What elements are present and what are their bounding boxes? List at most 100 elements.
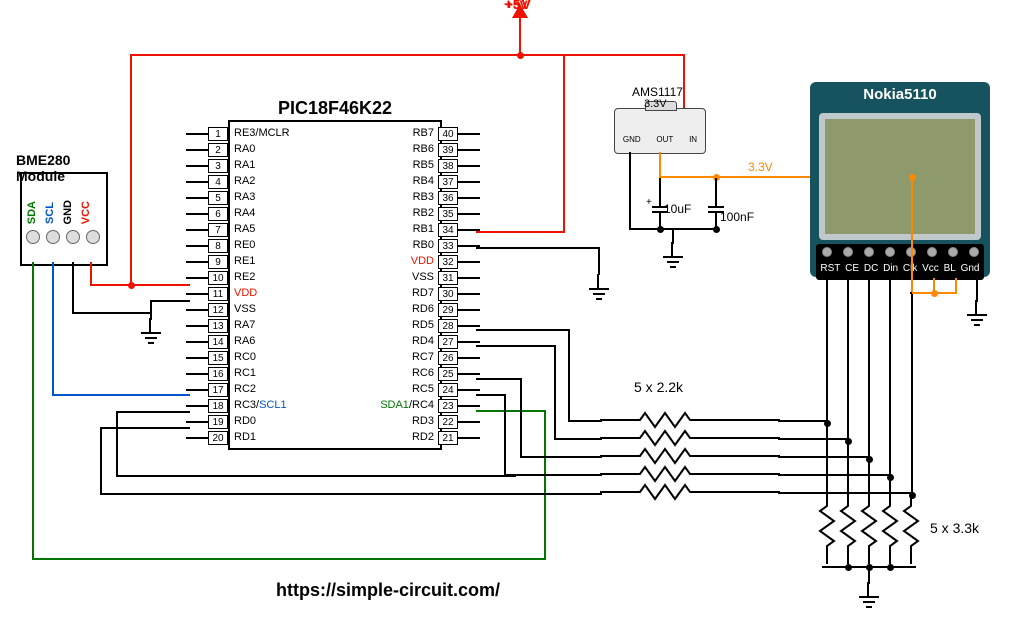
mcu-left-pin-12: 12 bbox=[186, 302, 228, 318]
gnd-vss31 bbox=[589, 288, 609, 302]
bme-sda-v2 bbox=[544, 410, 546, 560]
nokia-pin-rst: RST bbox=[820, 263, 840, 274]
mcu-left-pin-13: 13 bbox=[186, 318, 228, 334]
mcu-left-pin-18: 18 bbox=[186, 398, 228, 414]
nokia-rst-v bbox=[826, 278, 828, 422]
nokia-pin-vcc: Vcc bbox=[922, 263, 939, 274]
bme280-title: BME280 Module bbox=[16, 152, 106, 184]
gnd-nokia bbox=[967, 314, 987, 328]
mcu-left-pin-20: 20 bbox=[186, 430, 228, 446]
mcu-left-pin-4: 4 bbox=[186, 174, 228, 190]
mcu-right-pin-40: 40 bbox=[438, 126, 480, 142]
node-vcc bbox=[128, 282, 135, 289]
gnd-reg bbox=[663, 256, 683, 270]
mcu-left-pin-14: 14 bbox=[186, 334, 228, 350]
wire-vss31 bbox=[476, 247, 600, 249]
mcu-left-pin-17: 17 bbox=[186, 382, 228, 398]
nokia-dc-v bbox=[868, 278, 870, 458]
bme-pin-sda: SDA bbox=[26, 201, 38, 224]
mcu-left-pin-19: 19 bbox=[186, 414, 228, 430]
mcu-left-pin-8: 8 bbox=[186, 238, 228, 254]
mcu-right-pin-35: 35 bbox=[438, 206, 480, 222]
mcu-right-pin-26: 26 bbox=[438, 350, 480, 366]
bme-gnd-v2 bbox=[150, 300, 152, 320]
mcu-left-pin-7: 7 bbox=[186, 222, 228, 238]
bme-vcc-wire-h bbox=[90, 284, 132, 286]
reg-pin-out: OUT bbox=[656, 135, 673, 144]
bme-sda-v bbox=[32, 262, 34, 560]
mcu-left-pin-1: 1 bbox=[186, 126, 228, 142]
wire-5v-pin32 bbox=[476, 231, 565, 233]
mcu-right-pin-28: 28 bbox=[438, 318, 480, 334]
mcu-right-pin-31: 31 bbox=[438, 270, 480, 286]
mcu-left-pin-11: 11 bbox=[186, 286, 228, 302]
nokia-title: Nokia5110 bbox=[810, 82, 990, 103]
mcu-right-pin-32: 32 bbox=[438, 254, 480, 270]
nokia-ce-v bbox=[847, 278, 849, 440]
mcu-right-pin-30: 30 bbox=[438, 286, 480, 302]
nokia-gnd-v bbox=[976, 278, 978, 302]
mcu-right-pin-24: 24 bbox=[438, 382, 480, 398]
reg-sub: 3.3V bbox=[644, 98, 667, 110]
bme-vcc-wire-v bbox=[90, 262, 92, 286]
source-url: https://simple-circuit.com/ bbox=[276, 580, 500, 601]
mcu-right-pin-33: 33 bbox=[438, 238, 480, 254]
mcu-right-pin-27: 27 bbox=[438, 334, 480, 350]
bme-scl-v bbox=[52, 262, 54, 396]
nokia-pin-din: Din bbox=[883, 263, 898, 274]
mcu-right-pin-29: 29 bbox=[438, 302, 480, 318]
mcu-name: PIC18F46K22 bbox=[230, 98, 440, 119]
wire-5v-to-vdd11 bbox=[130, 284, 190, 286]
reg-name: AMS1117 bbox=[632, 85, 683, 99]
mcu-left-pin-3: 3 bbox=[186, 158, 228, 174]
nokia-pin-bl: BL bbox=[944, 263, 956, 274]
mcu-right-pin-25: 25 bbox=[438, 366, 480, 382]
wire-5v-top-h bbox=[130, 54, 565, 56]
bme-gnd-v bbox=[72, 262, 74, 314]
wire-vss31-v bbox=[598, 247, 600, 275]
bme-sda-h2 bbox=[476, 410, 546, 412]
bme-scl-h bbox=[52, 394, 190, 396]
series-resistors bbox=[600, 398, 780, 508]
bme-pin-vcc: VCC bbox=[80, 201, 92, 224]
mcu-left-pin-6: 6 bbox=[186, 206, 228, 222]
pulldown-resistors bbox=[818, 494, 928, 574]
cap2-label: 100nF bbox=[720, 210, 754, 224]
gnd-pulldown bbox=[859, 596, 879, 610]
nokia5110: Nokia5110 RST CE DC Din Clk Vcc BL Gnd bbox=[810, 82, 990, 277]
bme-pin-gnd: GND bbox=[62, 200, 74, 224]
cap1-label: 10uF bbox=[664, 202, 691, 216]
mcu-right-pin-34: 34 bbox=[438, 222, 480, 238]
wire-5v-vert bbox=[519, 18, 521, 56]
bme280-module: BME280 Module SDA SCL GND VCC bbox=[20, 172, 108, 266]
mcu-left-pin-2: 2 bbox=[186, 142, 228, 158]
mcu-left-pin-9: 9 bbox=[186, 254, 228, 270]
nokia-pin-gnd: Gnd bbox=[961, 263, 980, 274]
nokia-din-v bbox=[889, 278, 891, 476]
mcu-right-pin-37: 37 bbox=[438, 174, 480, 190]
regulator: GND OUT IN bbox=[614, 108, 706, 154]
mcu-right-pin-39: 39 bbox=[438, 142, 480, 158]
bme-sda-h bbox=[32, 558, 546, 560]
nokia-pin-dc: DC bbox=[864, 263, 878, 274]
mcu-right-pin-22: 22 bbox=[438, 414, 480, 430]
mcu-left-pin-5: 5 bbox=[186, 190, 228, 206]
bme-pin-scl: SCL bbox=[44, 202, 56, 224]
series-res-label: 5 x 2.2k bbox=[634, 379, 683, 395]
mcu-left-pin-15: 15 bbox=[186, 350, 228, 366]
mcu-right-pin-23: 23 bbox=[438, 398, 480, 414]
wire-5v-to-vdd32 bbox=[563, 54, 565, 233]
nokia-vcc-v bbox=[911, 176, 913, 294]
mcu-right-pin-21: 21 bbox=[438, 430, 480, 446]
mcu-right-pin-38: 38 bbox=[438, 158, 480, 174]
reg-pin-in: IN bbox=[689, 135, 697, 144]
nokia-clk-v bbox=[911, 294, 913, 494]
mcu-right-pin-36: 36 bbox=[438, 190, 480, 206]
label-5v: +5V bbox=[504, 0, 531, 13]
nokia-pin-ce: CE bbox=[845, 263, 859, 274]
pulldown-label: 5 x 3.3k bbox=[930, 520, 979, 536]
gnd-bme bbox=[141, 332, 161, 346]
nokia-screen bbox=[819, 113, 981, 240]
mcu-left-pin-16: 16 bbox=[186, 366, 228, 382]
33v-label: 3.3V bbox=[748, 160, 773, 174]
